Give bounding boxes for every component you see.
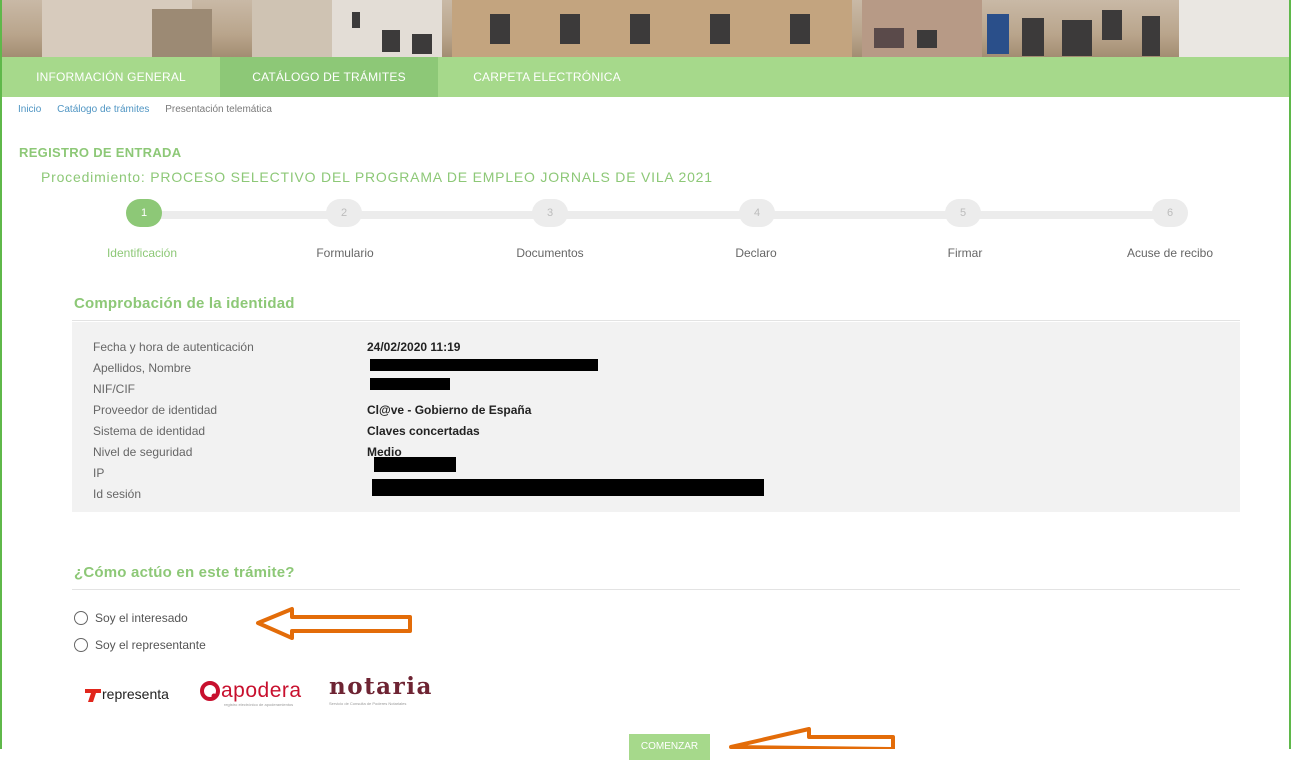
identity-section-title: Comprobación de la identidad bbox=[74, 295, 295, 312]
redacted-session-id bbox=[372, 479, 764, 496]
breadcrumb-catalogo[interactable]: Catálogo de trámites bbox=[57, 104, 149, 115]
step-6-marker: 6 bbox=[1152, 199, 1188, 227]
step-1-marker: 1 bbox=[126, 199, 162, 227]
row-value-proveedor: Cl@ve - Gobierno de España bbox=[367, 403, 532, 417]
row-label-sesion: Id sesión bbox=[93, 487, 142, 501]
step-2-marker: 2 bbox=[326, 199, 362, 227]
procedure-title: Procedimiento: PROCESO SELECTIVO DEL PRO… bbox=[41, 169, 713, 185]
nav-informacion-general[interactable]: INFORMACIÓN GENERAL bbox=[2, 57, 220, 97]
step-5-label: Firmar bbox=[947, 246, 983, 260]
representa-logo: representa bbox=[85, 682, 169, 706]
row-value-fecha: 24/02/2020 11:19 bbox=[367, 340, 461, 354]
acting-divider bbox=[72, 589, 1240, 590]
annotation-arrow-start-icon bbox=[729, 727, 895, 749]
step-2-label: Formulario bbox=[316, 246, 374, 260]
page-border-left bbox=[0, 0, 2, 749]
row-label-fecha: Fecha y hora de autenticación bbox=[93, 340, 254, 354]
notaria-logo-text: notaria bbox=[329, 673, 433, 700]
notaria-logo: notaria Servicio de Consulta de Poderes … bbox=[329, 673, 433, 706]
step-3-label: Documentos bbox=[516, 246, 584, 260]
nav-carpeta-electronica[interactable]: CARPETA ELECTRÓNICA bbox=[438, 57, 656, 97]
page-section-title: REGISTRO DE ENTRADA bbox=[19, 145, 182, 160]
header-banner-image bbox=[2, 0, 1289, 57]
redacted-ip bbox=[374, 457, 456, 472]
option-representante[interactable]: Soy el representante bbox=[74, 637, 206, 653]
redacted-nombre bbox=[370, 359, 598, 371]
row-label-nombre: Apellidos, Nombre bbox=[93, 361, 192, 375]
breadcrumb-current: Presentación telemática bbox=[165, 104, 272, 115]
radio-representante[interactable] bbox=[74, 638, 88, 652]
label-representante[interactable]: Soy el representante bbox=[95, 638, 206, 652]
nav-catalogo-tramites[interactable]: CATÁLOGO DE TRÁMITES bbox=[220, 57, 438, 97]
row-label-proveedor: Proveedor de identidad bbox=[93, 403, 218, 417]
row-value-sistema: Claves concertadas bbox=[367, 424, 480, 438]
row-label-ip: IP bbox=[93, 466, 105, 480]
radio-interesado[interactable] bbox=[74, 611, 88, 625]
step-3-marker: 3 bbox=[532, 199, 568, 227]
row-label-nivel: Nivel de seguridad bbox=[93, 445, 193, 459]
step-6-label: Acuse de recibo bbox=[1126, 246, 1214, 260]
redacted-nif bbox=[370, 378, 450, 390]
apodera-logo-subtitle: registro electrónico de apoderamientos bbox=[224, 702, 294, 707]
breadcrumb-inicio[interactable]: Inicio bbox=[18, 104, 41, 115]
row-label-nif: NIF/CIF bbox=[93, 382, 135, 396]
row-label-sistema: Sistema de identidad bbox=[93, 424, 206, 438]
identity-divider bbox=[72, 320, 1240, 321]
option-interesado[interactable]: Soy el interesado bbox=[74, 610, 188, 626]
acting-section-title: ¿Cómo actúo en este trámite? bbox=[74, 564, 295, 581]
apodera-logo: apodera registro electrónico de apoderam… bbox=[200, 679, 302, 707]
main-nav: INFORMACIÓN GENERAL CATÁLOGO DE TRÁMITES… bbox=[2, 57, 1289, 97]
apodera-mark-icon bbox=[200, 681, 220, 701]
step-4-marker: 4 bbox=[739, 199, 775, 227]
step-4-label: Declaro bbox=[735, 246, 777, 260]
representa-mark-icon bbox=[85, 689, 101, 702]
annotation-arrow-left-icon bbox=[256, 607, 412, 640]
apodera-logo-text: apodera bbox=[221, 679, 302, 702]
step-1-label: Identificación bbox=[106, 246, 178, 260]
notaria-logo-subtitle: Servicio de Consulta de Poderes Notarial… bbox=[329, 701, 407, 706]
label-interesado[interactable]: Soy el interesado bbox=[95, 611, 188, 625]
start-button[interactable]: COMENZAR bbox=[629, 734, 710, 760]
representa-logo-text: representa bbox=[102, 686, 169, 702]
breadcrumb: Inicio Catálogo de trámites Presentación… bbox=[18, 104, 285, 115]
step-5-marker: 5 bbox=[945, 199, 981, 227]
stepper-track bbox=[142, 211, 1178, 219]
